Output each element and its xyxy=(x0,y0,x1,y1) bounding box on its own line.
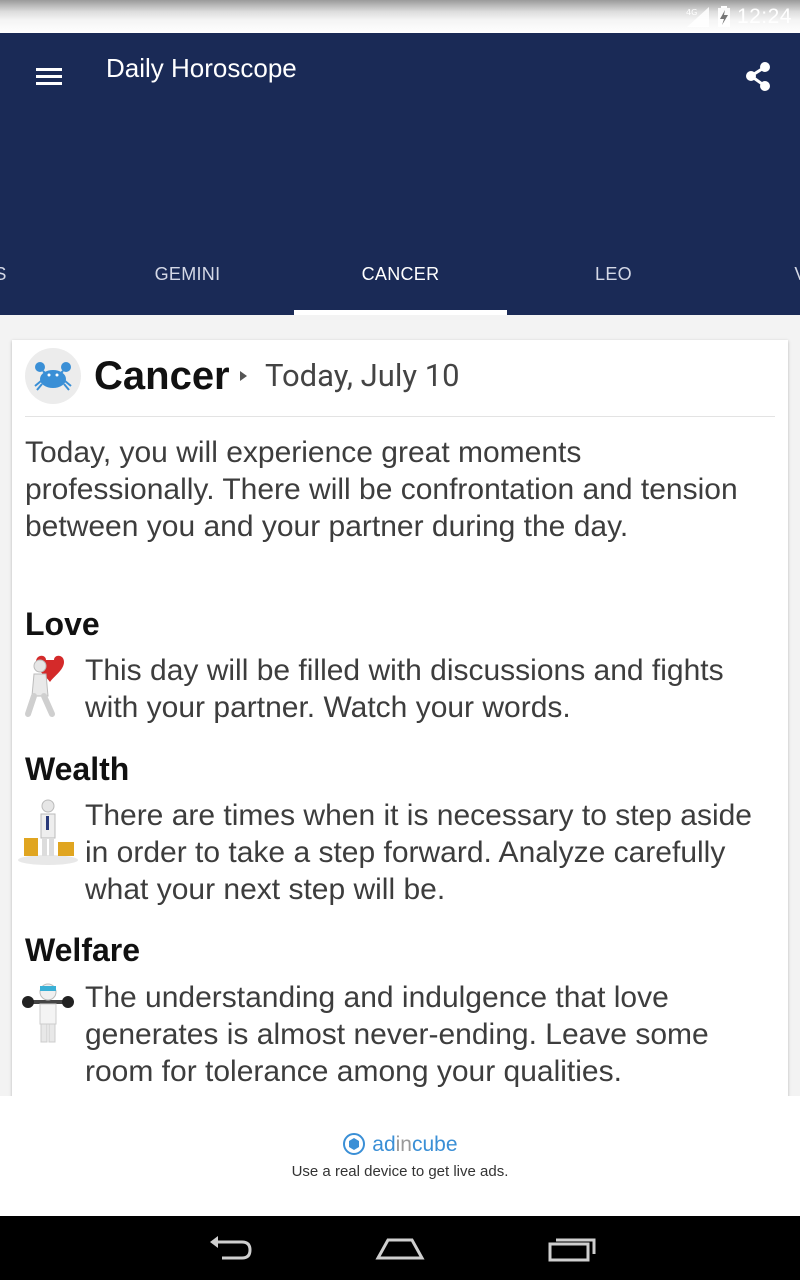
daily-summary: Today, you will experience great moments… xyxy=(25,436,738,543)
welfare-title: Welfare xyxy=(25,932,141,968)
ad-banner[interactable]: adincube Use a real device to get live a… xyxy=(0,1096,800,1216)
tab-cancer[interactable]: CANCER xyxy=(294,253,507,315)
app-bar: Daily Horoscope S GEMINI CANCER LEO V xyxy=(0,33,800,315)
divider xyxy=(25,416,775,417)
tab-next[interactable]: V xyxy=(694,253,800,315)
sign-name: Cancer xyxy=(94,354,230,398)
ad-brand-part1: ad xyxy=(372,1133,396,1156)
share-button[interactable] xyxy=(738,57,778,97)
wealth-text: There are times when it is necessary to … xyxy=(85,799,752,906)
tab-indicator xyxy=(294,310,507,315)
adincube-logo-icon xyxy=(343,1133,366,1155)
sign-tabs: S GEMINI CANCER LEO V xyxy=(0,253,800,315)
hamburger-menu-icon xyxy=(36,68,62,85)
tab-gemini[interactable]: GEMINI xyxy=(81,253,294,315)
menu-button[interactable] xyxy=(28,57,70,97)
ad-logo: adincube xyxy=(0,1132,800,1157)
welfare-text: The understanding and indulgence that lo… xyxy=(85,981,709,1088)
recents-icon xyxy=(548,1238,596,1262)
horoscope-card: Cancer Today, July 10 Today, you will ex… xyxy=(12,340,788,1100)
ad-brand-part3: cube xyxy=(412,1133,458,1156)
ad-brand-part2: in xyxy=(395,1133,412,1156)
weightlifter-icon xyxy=(22,983,74,1043)
back-button[interactable] xyxy=(202,1230,258,1266)
ad-message: Use a real device to get live ads. xyxy=(291,1163,509,1180)
money-person-icon xyxy=(18,799,78,865)
signal-icon: 4G xyxy=(686,6,709,27)
love-text: This day will be filled with discussions… xyxy=(85,654,724,724)
status-icons: 4G 12:24 xyxy=(685,4,792,29)
wealth-title: Wealth xyxy=(25,751,130,787)
home-icon xyxy=(375,1238,425,1260)
tab-leo[interactable]: LEO xyxy=(507,253,720,315)
status-bar: 4G 12:24 xyxy=(0,0,800,33)
love-icon-wrap xyxy=(22,652,74,720)
app-title: Daily Horoscope xyxy=(106,53,297,83)
wealth-icon-wrap xyxy=(16,798,80,866)
cancer-crab-icon xyxy=(34,362,72,391)
recents-button[interactable] xyxy=(544,1230,600,1266)
welfare-icon-wrap xyxy=(22,980,74,1048)
svg-text:4G: 4G xyxy=(686,8,697,17)
sign-avatar xyxy=(25,348,81,404)
back-icon xyxy=(210,1236,252,1260)
home-button[interactable] xyxy=(372,1230,428,1266)
horoscope-date: Today, July 10 xyxy=(265,357,460,394)
share-icon xyxy=(746,62,770,91)
status-clock: 12:24 xyxy=(736,4,792,28)
love-title: Love xyxy=(25,606,100,642)
system-nav-bar xyxy=(0,1216,800,1280)
arrow-right-icon xyxy=(240,371,247,381)
battery-charging-icon xyxy=(717,5,730,27)
heart-person-icon xyxy=(25,655,64,717)
